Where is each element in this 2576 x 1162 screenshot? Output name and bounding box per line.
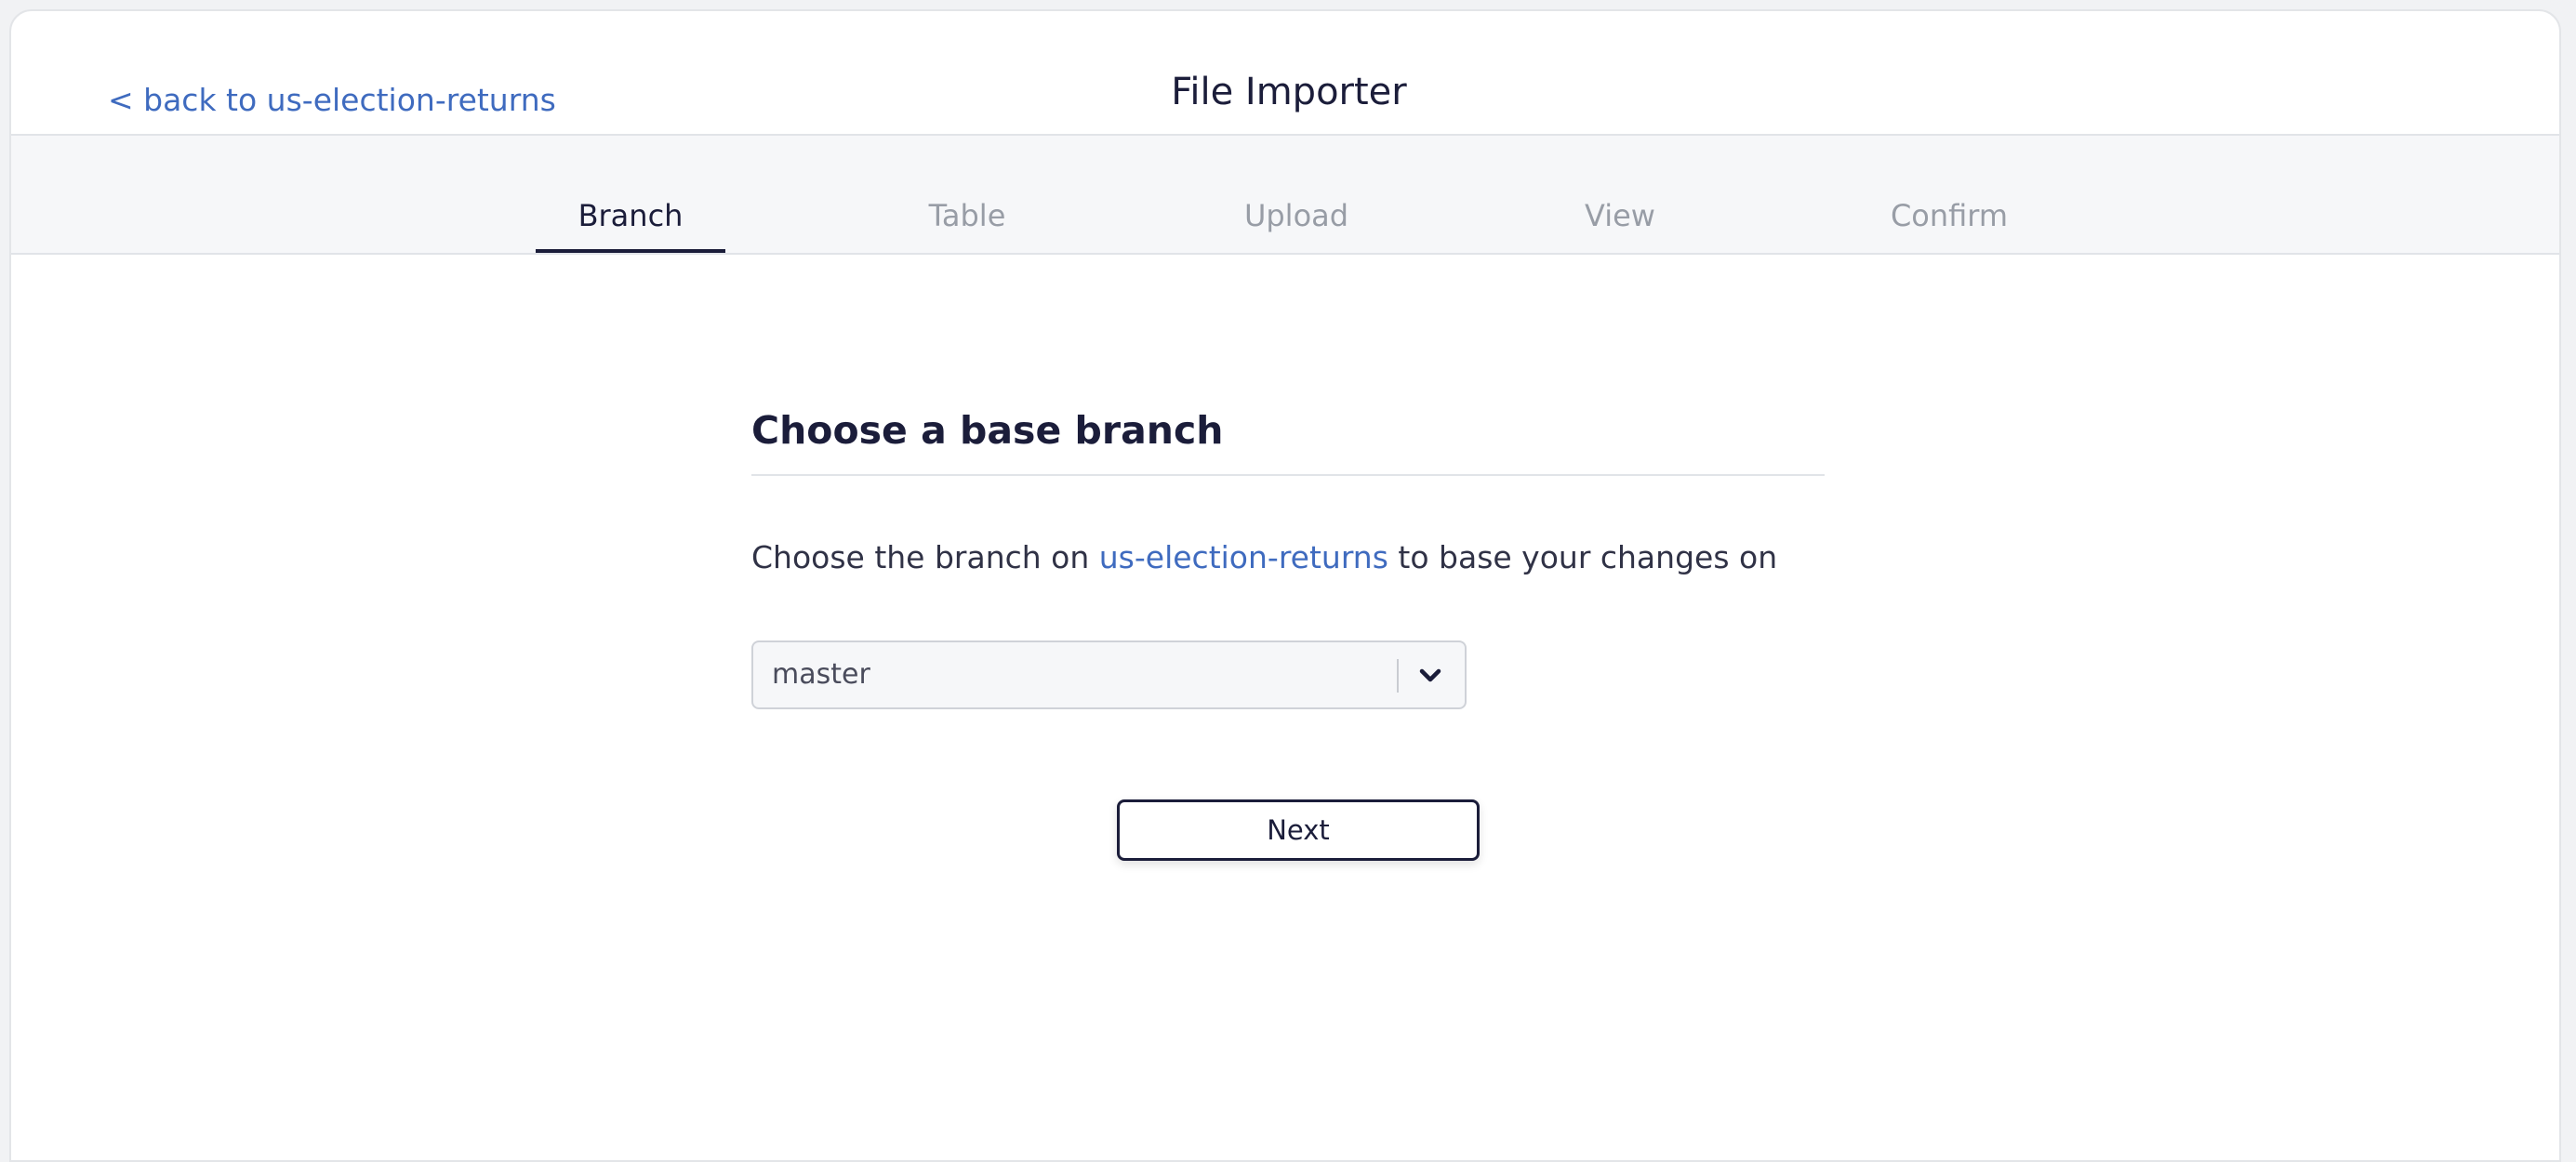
header: < back to us-election-returns File Impor… [11, 11, 2559, 136]
description-prefix: Choose the branch on [751, 539, 1099, 575]
step-tabs: Branch Table Upload View Confirm [11, 136, 2559, 255]
description: Choose the branch on us-election-returns… [751, 537, 1777, 578]
tab-table[interactable]: Table [872, 197, 1062, 249]
tab-view[interactable]: View [1525, 197, 1715, 249]
chevron-down-icon[interactable] [1414, 661, 1447, 691]
repo-link[interactable]: us-election-returns [1099, 539, 1388, 575]
tab-upload[interactable]: Upload [1202, 197, 1391, 249]
tab-branch[interactable]: Branch [536, 197, 725, 253]
importer-card: < back to us-election-returns File Impor… [9, 9, 2561, 1162]
select-separator [1397, 659, 1399, 693]
divider [751, 474, 1825, 476]
tab-confirm[interactable]: Confirm [1854, 197, 2044, 249]
section-title: Choose a base branch [751, 408, 1224, 453]
next-button[interactable]: Next [1117, 799, 1480, 861]
branch-select-value: master [772, 658, 870, 691]
branch-select[interactable]: master [751, 640, 1467, 709]
description-suffix: to base your changes on [1388, 539, 1778, 575]
page-title: File Importer [1171, 71, 1407, 113]
